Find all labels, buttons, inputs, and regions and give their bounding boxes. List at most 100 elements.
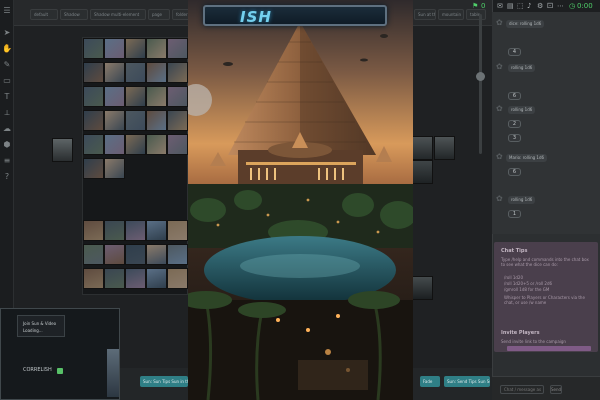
chat-tips-card: Chat Tips Type /help and commands into t… bbox=[494, 242, 598, 352]
more-tab-icon[interactable]: ⋯ bbox=[557, 1, 564, 11]
tips-item: /gmroll 1d8 for the GM bbox=[504, 287, 550, 292]
avatar-icon: ✿ bbox=[496, 18, 503, 27]
hand-icon[interactable]: ✋ bbox=[2, 44, 12, 54]
token-thumbnail[interactable] bbox=[146, 38, 167, 59]
video-status: Loading... bbox=[23, 328, 43, 333]
token-thumbnail[interactable] bbox=[146, 86, 167, 107]
compendium-tab-icon[interactable]: ⬚ bbox=[517, 1, 524, 11]
help-icon[interactable]: ? bbox=[2, 172, 12, 182]
token-thumbnail[interactable] bbox=[104, 220, 125, 241]
menu-item[interactable]: page bbox=[148, 9, 170, 20]
token-thumbnail[interactable] bbox=[125, 244, 146, 265]
token-thumbnail[interactable] bbox=[146, 244, 167, 265]
token-thumbnail[interactable] bbox=[104, 38, 125, 59]
menu-item[interactable]: Shadow bbox=[60, 9, 88, 20]
token-thumbnail[interactable] bbox=[167, 86, 188, 107]
token-thumbnail[interactable] bbox=[167, 110, 188, 131]
macro-chip[interactable]: Sun: Sun Tips Sun in the mountains bbox=[140, 376, 188, 387]
token-thumbnail[interactable] bbox=[146, 268, 167, 289]
token-thumbnail[interactable] bbox=[167, 244, 188, 265]
token-thumbnail[interactable] bbox=[104, 134, 125, 155]
token-thumbnail[interactable] bbox=[83, 110, 104, 131]
token-grid-panel[interactable] bbox=[82, 37, 188, 295]
tips-item: /roll 1d20+5 or /roll 2d6 bbox=[504, 281, 553, 286]
roll-result: 6 bbox=[508, 92, 521, 100]
token-thumbnail[interactable] bbox=[83, 38, 104, 59]
macro-chip[interactable]: Fade bbox=[420, 376, 440, 387]
token-thumbnail[interactable] bbox=[104, 244, 125, 265]
journal-tab-icon[interactable]: ▤ bbox=[507, 1, 514, 11]
cursor-icon[interactable]: ➤ bbox=[2, 28, 12, 38]
token-thumbnail[interactable] bbox=[167, 62, 188, 83]
token-thumbnail[interactable] bbox=[146, 220, 167, 241]
token-thumbnail[interactable] bbox=[125, 110, 146, 131]
menu-item[interactable]: mountain bbox=[438, 9, 464, 20]
roll-label: dice: rolling 1d6 bbox=[506, 20, 545, 28]
settings-tab-icon[interactable]: ⚙ bbox=[537, 1, 543, 11]
menu-icon[interactable]: ☰ bbox=[2, 6, 12, 16]
token-thumbnail[interactable] bbox=[104, 158, 125, 179]
ruler-icon[interactable]: ⟂ bbox=[2, 108, 12, 118]
token-thumbnail[interactable] bbox=[83, 268, 104, 289]
token-thumbnail[interactable] bbox=[83, 158, 104, 179]
token-thumbnail[interactable] bbox=[412, 160, 433, 184]
token-thumbnail[interactable] bbox=[83, 220, 104, 241]
map-image[interactable] bbox=[188, 0, 413, 400]
video-join-panel: Join Sun & Video Loading... bbox=[17, 315, 65, 337]
shape-icon[interactable]: ▭ bbox=[2, 76, 12, 86]
token-thumbnail[interactable] bbox=[125, 86, 146, 107]
layers-icon[interactable]: ≡ bbox=[2, 156, 12, 166]
menu-item[interactable]: Shadow multi-element bbox=[90, 9, 146, 20]
token-thumbnail[interactable] bbox=[83, 62, 104, 83]
token-thumbnail[interactable] bbox=[125, 62, 146, 83]
token-thumbnail[interactable] bbox=[412, 136, 433, 160]
video-feed[interactable]: Join Sun & Video Loading... CORRELISH bbox=[0, 308, 120, 400]
roll-result: 1 bbox=[508, 210, 521, 218]
token-thumbnail[interactable] bbox=[412, 276, 433, 300]
menu-item[interactable]: Sun at the bbox=[414, 9, 436, 20]
token-thumbnail[interactable] bbox=[104, 62, 125, 83]
token-thumbnail[interactable] bbox=[146, 110, 167, 131]
invite-button[interactable] bbox=[507, 346, 591, 351]
token-thumbnail[interactable] bbox=[104, 86, 125, 107]
token-thumbnail[interactable] bbox=[434, 136, 455, 160]
token-thumbnail[interactable] bbox=[104, 110, 125, 131]
token-thumbnail[interactable] bbox=[125, 220, 146, 241]
token-thumbnail[interactable] bbox=[83, 134, 104, 155]
avatar-icon: ✿ bbox=[496, 152, 503, 161]
macro-chip[interactable]: Sun: Send Tips Sun Sun bbox=[444, 376, 490, 387]
menu-item[interactable]: default bbox=[30, 9, 58, 20]
token-thumbnail[interactable] bbox=[167, 38, 188, 59]
invite-text: Send invite link to the campaign bbox=[501, 339, 566, 344]
token-thumbnail[interactable] bbox=[52, 138, 73, 162]
token-thumbnail[interactable] bbox=[146, 62, 167, 83]
token-thumbnail[interactable] bbox=[125, 134, 146, 155]
token-thumbnail[interactable] bbox=[125, 38, 146, 59]
token-thumbnail[interactable] bbox=[146, 134, 167, 155]
jukebox-tab-icon[interactable]: ♪ bbox=[527, 1, 531, 11]
player-name: CORRELISH bbox=[23, 367, 52, 373]
send-button[interactable]: Send bbox=[550, 385, 562, 394]
tips-title: Chat Tips bbox=[501, 248, 528, 254]
token-thumbnail[interactable] bbox=[125, 268, 146, 289]
chat-tab-icon[interactable]: ✉ bbox=[497, 1, 503, 11]
draw-icon[interactable]: ✎ bbox=[2, 60, 12, 70]
token-thumbnail[interactable] bbox=[167, 134, 188, 155]
session-timer: 0:00 bbox=[577, 2, 593, 10]
token-thumbnail[interactable] bbox=[167, 268, 188, 289]
video-decoration bbox=[107, 349, 119, 397]
fog-icon[interactable]: ☁ bbox=[2, 124, 12, 134]
token-thumbnail[interactable] bbox=[83, 244, 104, 265]
text-icon[interactable]: T bbox=[2, 92, 12, 102]
chat-as-select[interactable]: Chat / message as bbox=[500, 385, 544, 394]
zoom-slider-handle[interactable] bbox=[476, 72, 485, 81]
token-thumbnail[interactable] bbox=[167, 220, 188, 241]
dice-icon[interactable]: ⬢ bbox=[2, 140, 12, 150]
token-thumbnail[interactable] bbox=[104, 268, 125, 289]
avatar-icon: ✿ bbox=[496, 104, 503, 113]
zoom-slider-track[interactable] bbox=[479, 14, 482, 154]
token-thumbnail[interactable] bbox=[83, 86, 104, 107]
avatar-icon: ✿ bbox=[496, 62, 503, 71]
tips-item: Whisper to Players or Characters via the… bbox=[504, 295, 585, 305]
dice-tab-icon[interactable]: ⚀ bbox=[547, 1, 553, 11]
